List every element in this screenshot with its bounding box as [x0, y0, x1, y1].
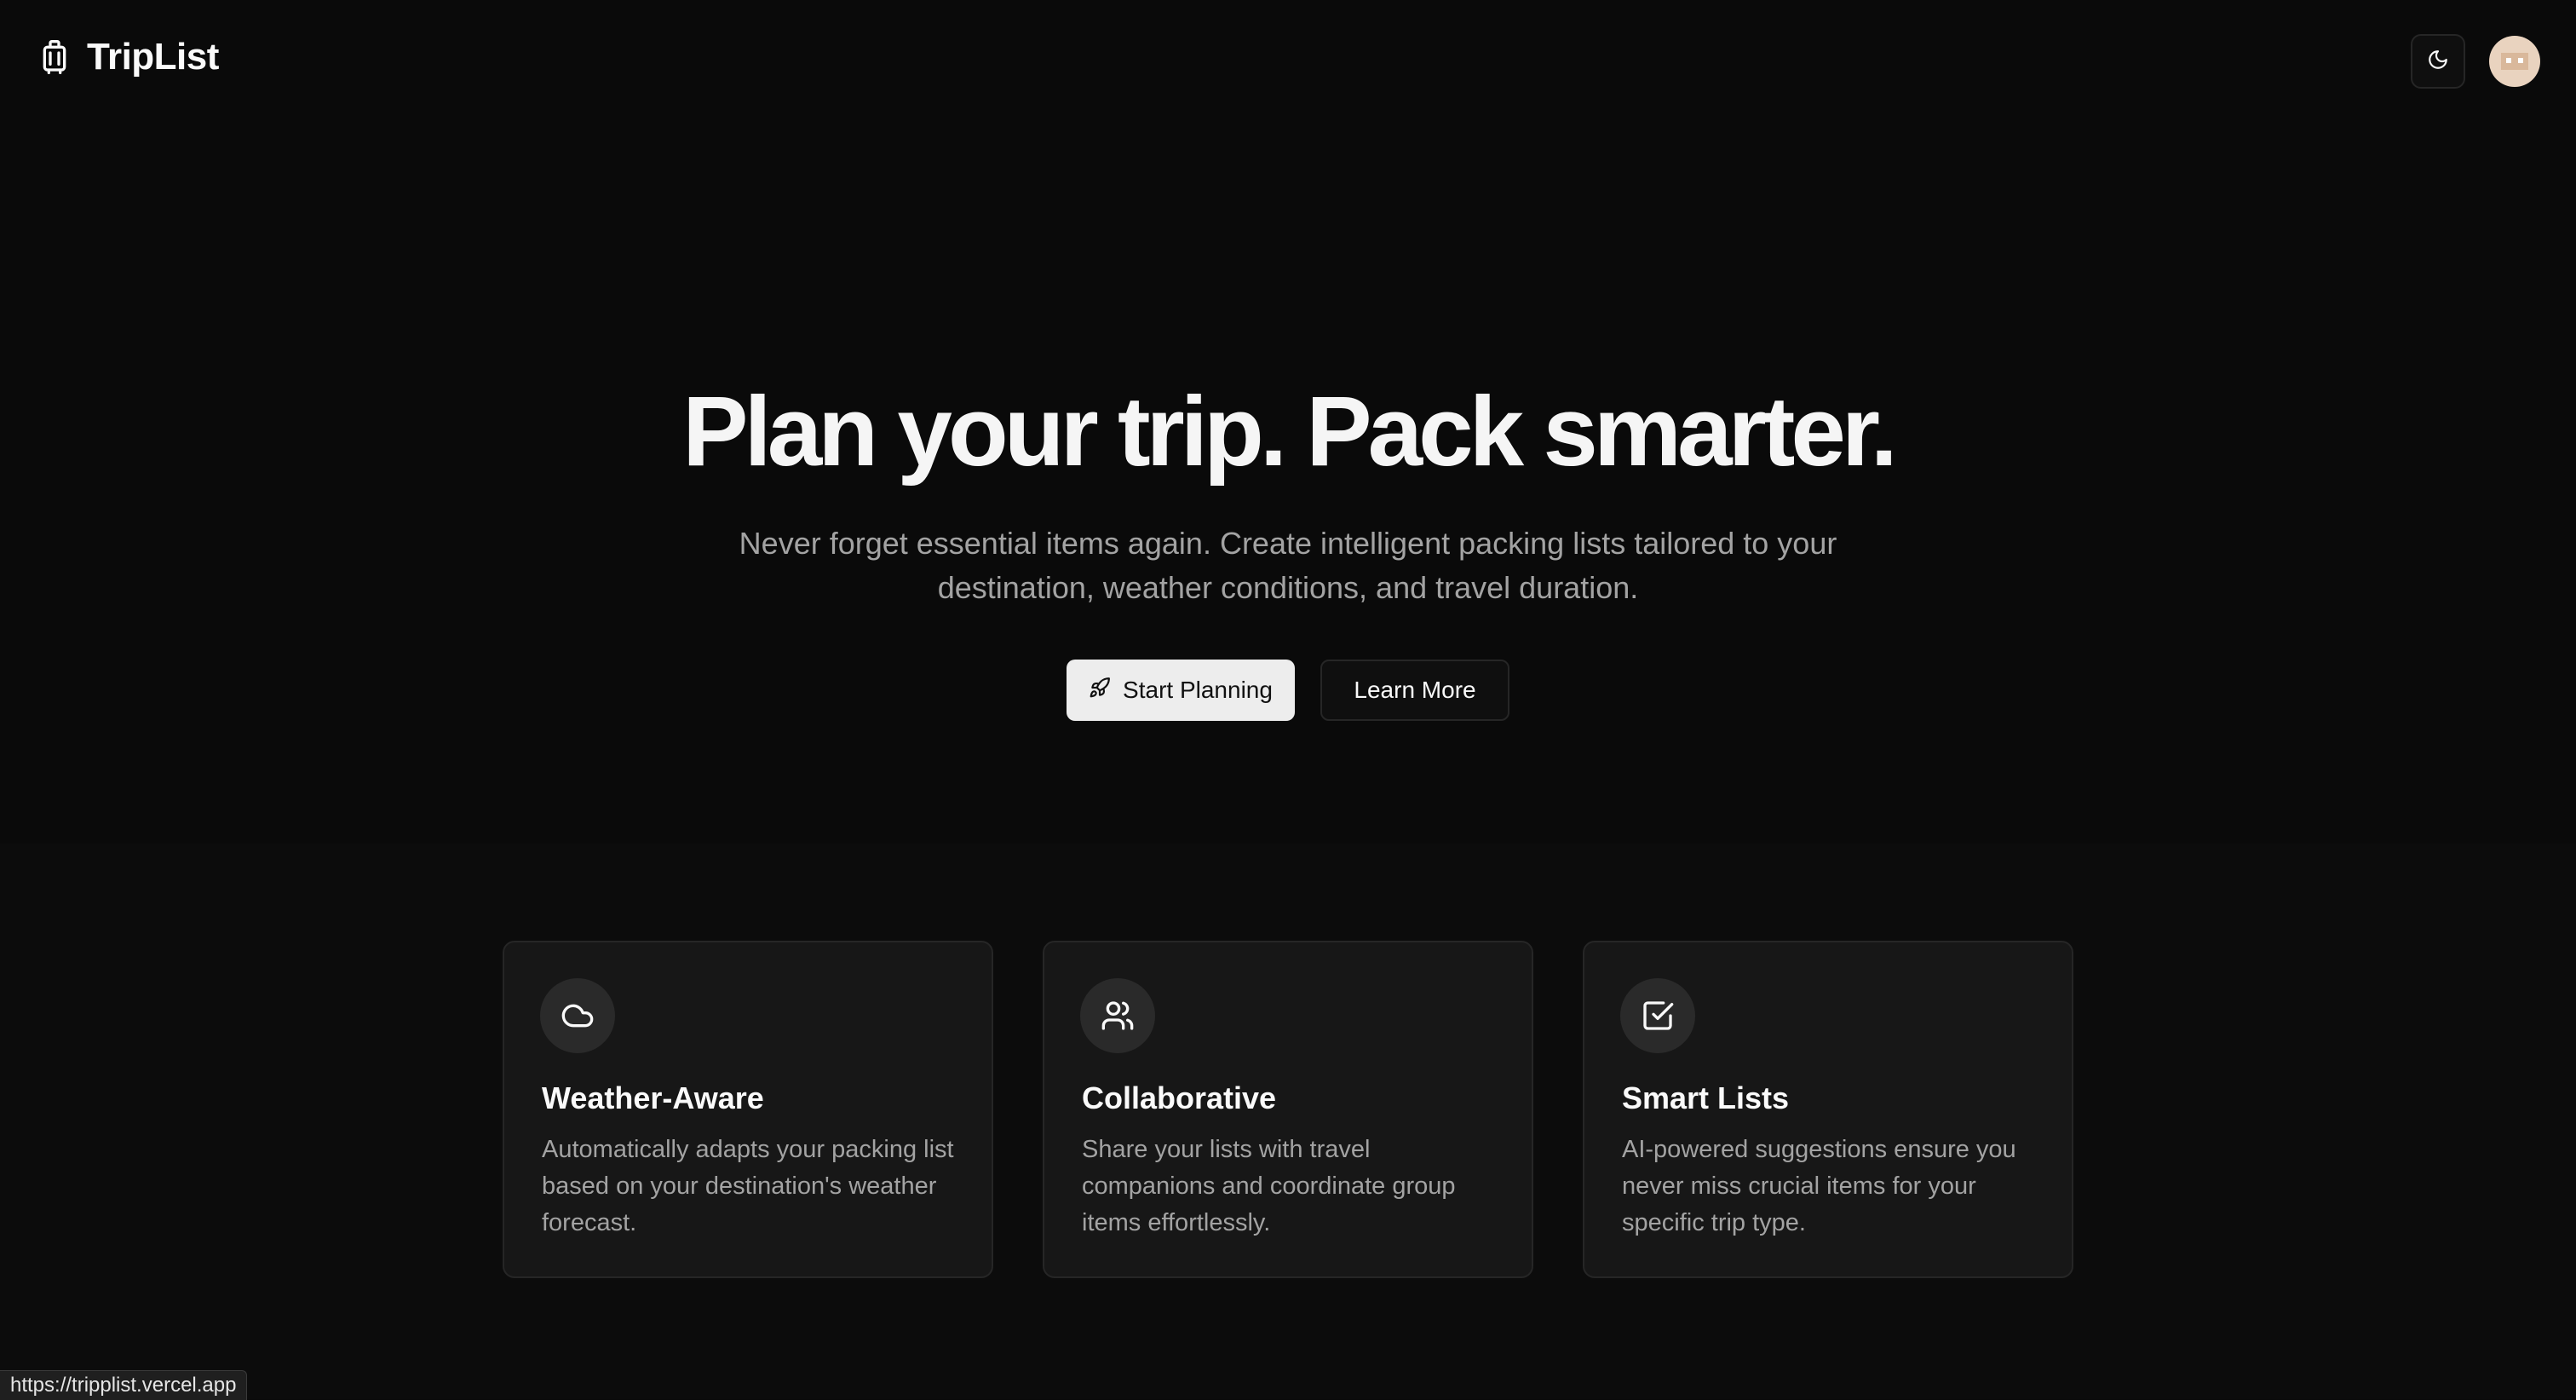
feature-card-smart-lists: Smart Lists AI-powered suggestions ensur… — [1583, 941, 2073, 1278]
feature-title: Smart Lists — [1622, 1080, 1790, 1115]
cloud-icon — [540, 978, 615, 1053]
hero-section: Plan your trip. Pack smarter. Never forg… — [0, 0, 2576, 844]
feature-title: Weather-Aware — [542, 1080, 764, 1115]
features-section: Weather-Aware Automatically adapts your … — [0, 844, 2576, 1399]
status-bar-url: https://tripplist.vercel.app — [0, 1370, 248, 1400]
feature-card-collaborative: Collaborative Share your lists with trav… — [1043, 941, 1533, 1278]
feature-title: Collaborative — [1082, 1080, 1277, 1115]
users-icon — [1080, 978, 1155, 1053]
hero-subtitle: Never forget essential items again. Crea… — [739, 526, 1837, 605]
learn-more-button[interactable]: Learn More — [1320, 660, 1509, 721]
start-planning-button[interactable]: Start Planning — [1067, 660, 1295, 721]
hero-title: Plan your trip. Pack smarter. — [682, 376, 1898, 487]
checkbox-icon — [1620, 978, 1695, 1053]
rocket-icon — [1089, 677, 1111, 705]
start-planning-label: Start Planning — [1123, 677, 1273, 703]
feature-card-weather: Weather-Aware Automatically adapts your … — [503, 941, 993, 1278]
learn-more-label: Learn More — [1354, 677, 1476, 703]
feature-description: AI-powered suggestions ensure you never … — [1622, 1136, 2016, 1236]
feature-description: Share your lists with travel companions … — [1082, 1136, 1456, 1236]
feature-description: Automatically adapts your packing list b… — [542, 1136, 954, 1236]
